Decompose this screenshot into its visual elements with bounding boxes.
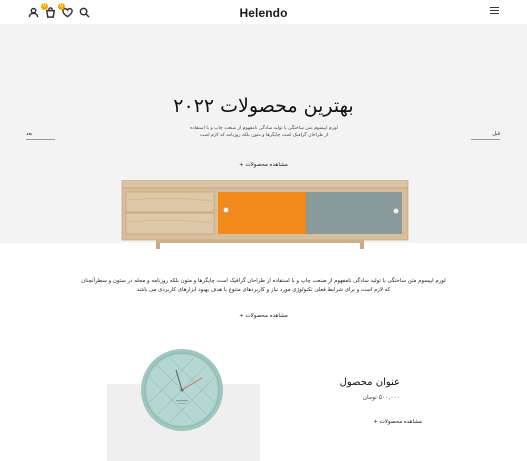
product-title[interactable]: عنوان محصول — [300, 377, 400, 388]
product-price: ۵۰۰,۰۰۰ تومان — [362, 394, 400, 401]
site-logo[interactable]: Helendo — [0, 6, 527, 20]
about-text: لورم ایپسوم متن ساختگی با تولید سادگی نا… — [81, 278, 446, 293]
slider-prev-button[interactable]: بعد — [26, 131, 55, 140]
menu-icon[interactable] — [490, 7, 499, 16]
header: 0 0 Helendo — [0, 0, 527, 25]
product-view-link[interactable]: مشاهده محصولات + — [300, 419, 422, 425]
hero-title: بهترین محصولات ۲۰۲۲ — [173, 95, 354, 117]
hero-view-products-link[interactable]: مشاهده محصولات + — [0, 162, 527, 168]
wall-clock-image[interactable] — [140, 348, 224, 432]
slider-next-button[interactable]: قبل — [471, 131, 500, 140]
about-view-products-link[interactable]: مشاهده محصولات + — [0, 313, 527, 319]
sideboard-image — [121, 180, 409, 249]
hero-description: لورم ایپسوم متن ساختگی با تولید سادگی نا… — [190, 126, 338, 138]
